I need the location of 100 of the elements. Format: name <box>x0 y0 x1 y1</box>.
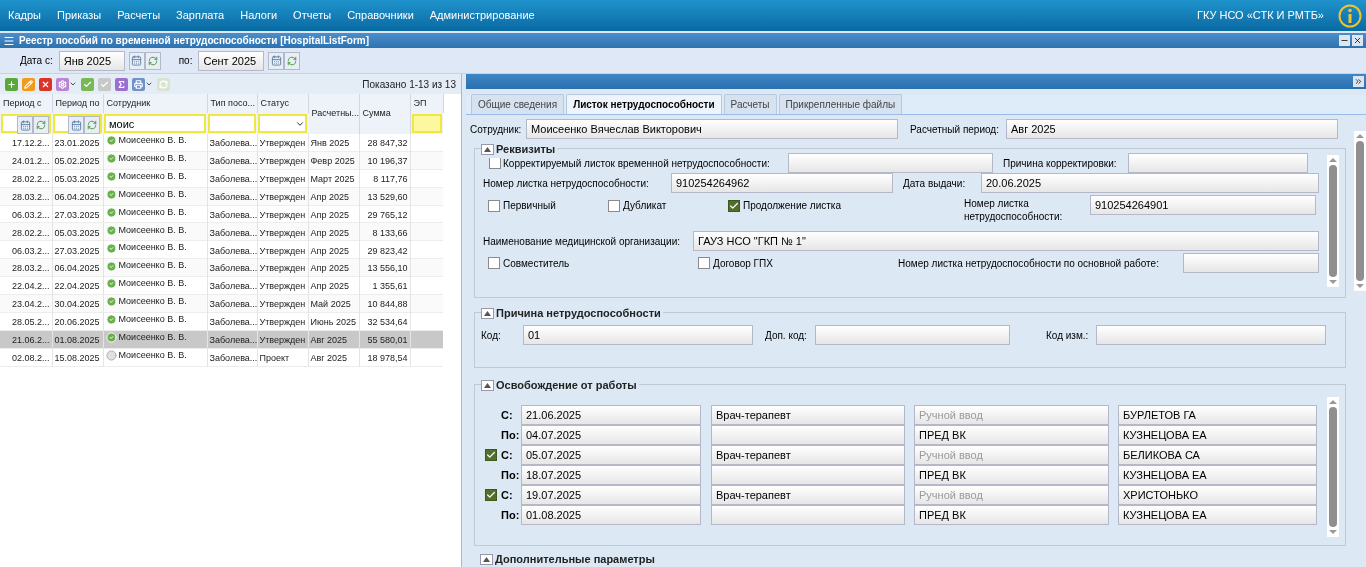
input-field[interactable]: 910254264901 <box>1090 195 1316 215</box>
menu-item[interactable]: Отчеты <box>291 7 334 24</box>
checkbox[interactable] <box>488 199 500 212</box>
tab[interactable]: Расчеты <box>723 94 777 114</box>
filter-field[interactable] <box>411 114 442 133</box>
input-field[interactable]: ПРЕД ВК <box>914 425 1109 445</box>
edit-button[interactable] <box>22 77 35 91</box>
input-field[interactable]: ХРИСТОНЬКО <box>1118 485 1317 505</box>
input-field[interactable]: КУЗНЕЦОВА ЕА <box>1118 425 1317 445</box>
table-row[interactable]: 17.12.2... 23.01.2025 Моисеенко В. В. Заболева... Утвержден Янв 2025 28 847,32 <box>0 134 443 152</box>
input-field[interactable]: 20.06.2025 <box>981 173 1319 193</box>
arrow-up-icon[interactable] <box>1356 131 1364 141</box>
input-field[interactable]: Авг 2025 <box>1006 119 1338 139</box>
input-field[interactable] <box>711 505 905 525</box>
calendar-button[interactable] <box>17 116 33 134</box>
column-header[interactable]: Сотрудник <box>103 94 207 113</box>
scrollbar[interactable] <box>1354 131 1366 291</box>
input-field[interactable]: Ручной ввод <box>914 445 1109 465</box>
input-field[interactable]: БЕЛИКОВА СА <box>1118 445 1317 465</box>
checkbox[interactable] <box>728 199 740 212</box>
collapse-button[interactable] <box>481 143 494 155</box>
collapse-button[interactable] <box>480 553 493 565</box>
calendar-button[interactable] <box>128 51 145 70</box>
input-field[interactable]: 05.07.2025 <box>521 445 701 465</box>
input-field[interactable]: Ручной ввод <box>914 405 1109 425</box>
arrow-down-icon[interactable] <box>1329 527 1337 537</box>
input-field[interactable]: 21.06.2025 <box>521 405 701 425</box>
checkbox[interactable] <box>488 257 500 269</box>
scrollbar[interactable] <box>1327 155 1339 287</box>
delete-button[interactable] <box>39 77 52 91</box>
arrow-up-icon[interactable] <box>1329 397 1337 407</box>
column-header[interactable]: Тип посо... <box>207 94 257 113</box>
calendar-button[interactable] <box>68 116 84 134</box>
expand-button[interactable] <box>1353 76 1364 87</box>
filter-field[interactable] <box>208 114 256 133</box>
menu-item[interactable]: Расчеты <box>115 7 163 24</box>
input-field[interactable]: 19.07.2025 <box>521 485 701 505</box>
arrow-down-icon[interactable] <box>1356 281 1364 291</box>
scroll-thumb[interactable] <box>1356 141 1364 281</box>
input-field[interactable] <box>1183 253 1319 273</box>
unapprove-button[interactable] <box>98 77 111 91</box>
sum-button[interactable] <box>115 77 128 91</box>
column-header[interactable]: Период с <box>0 94 52 113</box>
calendar-button[interactable] <box>268 51 285 70</box>
settings-button[interactable] <box>56 77 69 91</box>
column-header[interactable]: Статус <box>257 94 308 113</box>
tab[interactable]: Прикрепленные файлы <box>778 94 903 114</box>
column-header[interactable]: ЭП <box>410 94 443 113</box>
input-field[interactable]: 910254264962 <box>671 173 893 193</box>
collapse-button[interactable] <box>481 379 494 391</box>
menu-item[interactable]: Кадры <box>6 7 43 24</box>
input-field[interactable]: 01 <box>523 325 753 345</box>
input-field[interactable]: 04.07.2025 <box>521 425 701 445</box>
input-field[interactable]: Врач-терапевт <box>711 485 905 505</box>
input-field[interactable]: ПРЕД ВК <box>914 465 1109 485</box>
input-field[interactable] <box>788 153 993 173</box>
arrow-down-icon[interactable] <box>1329 277 1337 287</box>
caret-icon[interactable] <box>69 80 77 88</box>
checkbox[interactable] <box>698 257 710 269</box>
input-field[interactable] <box>711 425 905 445</box>
menu-item[interactable]: Налоги <box>238 7 280 24</box>
arrow-up-icon[interactable] <box>1329 155 1337 165</box>
input-field[interactable]: КУЗНЕЦОВА ЕА <box>1118 505 1317 525</box>
input-field[interactable]: Янв 2025 <box>58 50 125 71</box>
checkbox[interactable] <box>485 449 497 461</box>
menu-item[interactable]: Справочники <box>345 7 416 24</box>
input-field[interactable]: КУЗНЕЦОВА ЕА <box>1118 465 1317 485</box>
menu-icon[interactable] <box>3 34 15 47</box>
input-field[interactable]: ПРЕД ВК <box>914 505 1109 525</box>
clear-button[interactable] <box>284 51 301 70</box>
minimize-button[interactable] <box>1339 35 1350 46</box>
add-button[interactable] <box>5 77 18 91</box>
input-field[interactable]: Сент 2025 <box>198 50 265 71</box>
input-field[interactable]: Ручной ввод <box>914 485 1109 505</box>
input-field[interactable]: БУРЛЕТОВ ГА <box>1118 405 1317 425</box>
clear-button[interactable] <box>84 116 100 134</box>
scroll-thumb[interactable] <box>1329 165 1337 277</box>
filter-field[interactable] <box>53 114 102 133</box>
clear-button[interactable] <box>33 116 49 134</box>
close-button[interactable] <box>1352 35 1363 46</box>
filter-field[interactable]: моис <box>104 114 206 133</box>
info-icon[interactable] <box>1338 3 1362 28</box>
input-field[interactable] <box>1128 153 1308 173</box>
menu-item[interactable]: Зарплата <box>174 7 227 24</box>
column-header[interactable]: Период по <box>52 94 103 113</box>
input-field[interactable]: Врач-терапевт <box>711 405 905 425</box>
scroll-thumb[interactable] <box>1329 407 1337 527</box>
input-field[interactable] <box>815 325 1010 345</box>
input-field[interactable]: ГАУЗ НСО "ГКП № 1" <box>693 231 1319 251</box>
tab[interactable]: Общие сведения <box>471 94 565 114</box>
input-field[interactable] <box>1096 325 1326 345</box>
filter-field[interactable] <box>1 114 51 133</box>
input-field[interactable]: Моисеенко Вячеслав Викторович <box>526 119 898 139</box>
scrollbar[interactable] <box>1327 397 1339 537</box>
input-field[interactable]: Врач-терапевт <box>711 445 905 465</box>
tab[interactable]: Листок нетрудоспособности <box>566 94 722 114</box>
input-field[interactable] <box>711 465 905 485</box>
menu-item[interactable]: Приказы <box>54 7 104 24</box>
input-field[interactable]: 18.07.2025 <box>521 465 701 485</box>
collapse-button[interactable] <box>481 307 494 319</box>
